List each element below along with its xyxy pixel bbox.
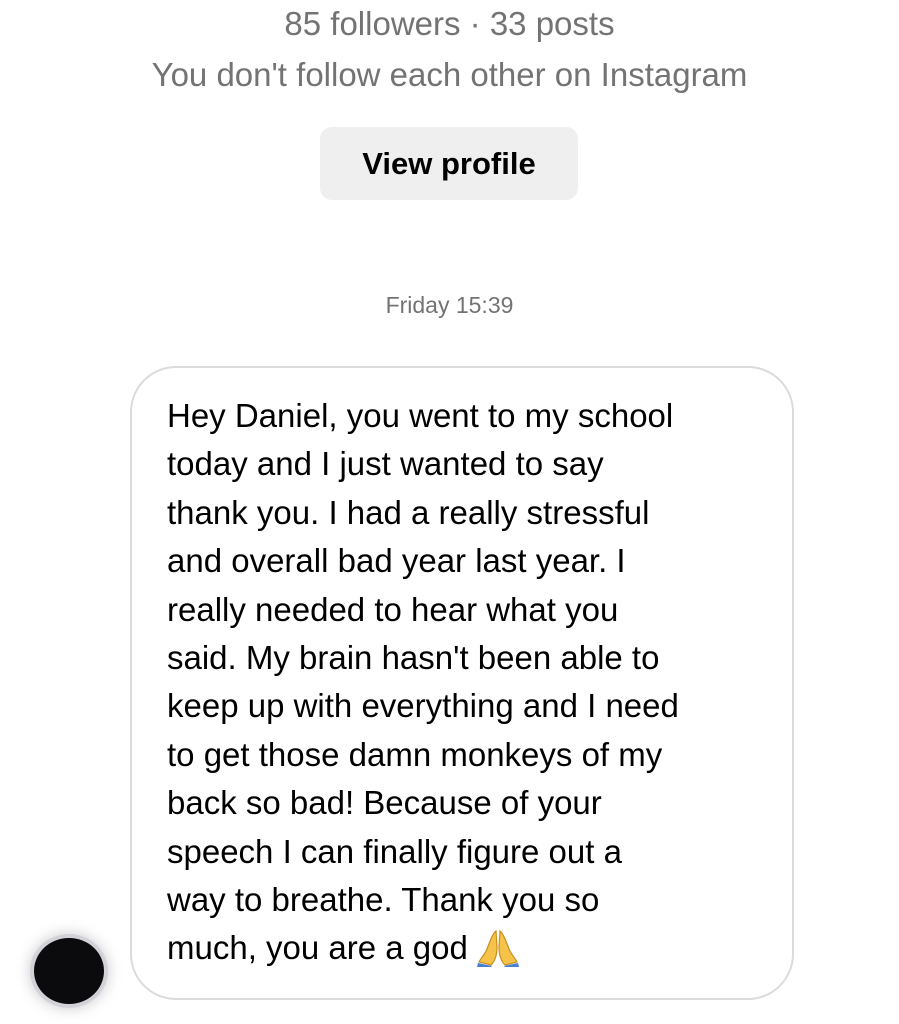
- folded-hands-icon: [476, 927, 520, 968]
- profile-stats: 85 followers · 33 posts: [284, 5, 615, 42]
- view-profile-button[interactable]: View profile: [320, 127, 578, 200]
- message-bubble[interactable]: Hey Daniel, you went to my school today …: [130, 366, 794, 1000]
- message-timestamp: Friday 15:39: [385, 292, 514, 318]
- sender-avatar[interactable]: [34, 938, 104, 1004]
- message-text-container: Hey Daniel, you went to my school today …: [167, 392, 777, 973]
- follow-relationship-text: You don't follow each other on Instagram: [151, 56, 748, 93]
- message-text: Hey Daniel, you went to my school today …: [167, 397, 679, 967]
